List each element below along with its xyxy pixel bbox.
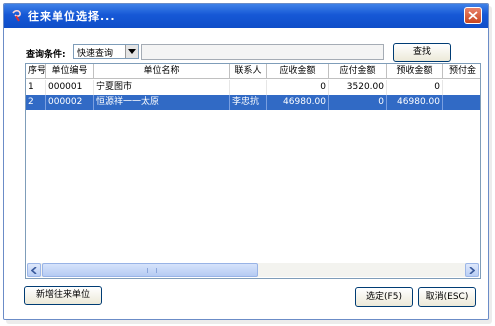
dialog-content: 查询条件: 快速查询 查找 序号 单位编号 单位名称 联系人 应收金额 应付金额… xyxy=(4,28,488,319)
filter-mode-select[interactable]: 快速查询 xyxy=(73,44,139,59)
column-header[interactable]: 序号 xyxy=(26,64,46,79)
table-cell: 2 xyxy=(26,95,46,110)
table-cell xyxy=(230,80,267,95)
search-input[interactable] xyxy=(141,44,384,60)
table-cell: 0 xyxy=(387,80,443,95)
table-cell: 000001 xyxy=(46,80,94,95)
dialog-window: 往来单位选择... 查询条件: 快速查询 查找 序号 单位编号 单位名称 联系人… xyxy=(3,3,489,320)
filter-label: 查询条件: xyxy=(26,50,66,60)
cancel-button[interactable]: 取消(ESC) xyxy=(418,287,476,307)
table-cell: 000002 xyxy=(46,95,94,110)
column-header[interactable]: 预付金 xyxy=(443,64,480,79)
table-row-selected[interactable]: 2 000002 恒源祥一一太原 李忠抗 46980.00 0 46980.00 xyxy=(26,95,480,110)
window-title: 往来单位选择... xyxy=(28,10,116,23)
table-cell: 1 xyxy=(26,80,46,95)
unit-table[interactable]: 序号 单位编号 单位名称 联系人 应收金额 应付金额 预收金额 预付金 1 00… xyxy=(25,63,481,279)
column-header[interactable]: 应付金额 xyxy=(329,64,387,79)
dropdown-arrow-icon xyxy=(128,49,136,54)
table-cell: 宁夏图市 xyxy=(94,80,230,95)
table-cell xyxy=(443,80,480,95)
filter-mode-value: 快速查询 xyxy=(77,49,114,59)
scroll-right-button[interactable] xyxy=(465,263,479,277)
dropdown-button[interactable] xyxy=(125,45,138,58)
scroll-left-icon xyxy=(31,267,37,274)
table-cell: 3520.00 xyxy=(329,80,387,95)
close-button[interactable] xyxy=(464,7,482,24)
app-icon xyxy=(11,9,25,23)
horizontal-scrollbar[interactable] xyxy=(27,263,479,277)
table-cell: 46980.00 xyxy=(387,95,443,110)
table-cell: 恒源祥一一太原 xyxy=(94,95,230,110)
add-unit-button[interactable]: 新增往来单位 xyxy=(24,286,102,305)
scroll-thumb[interactable] xyxy=(42,263,258,277)
table-row[interactable]: 1 000001 宁夏图市 0 3520.00 0 xyxy=(26,80,480,95)
scroll-left-button[interactable] xyxy=(27,263,41,277)
search-button[interactable]: 查找 xyxy=(393,43,451,62)
column-header[interactable]: 应收金额 xyxy=(267,64,329,79)
column-header[interactable]: 预收金额 xyxy=(387,64,443,79)
table-cell xyxy=(443,95,480,110)
title-bar[interactable]: 往来单位选择... xyxy=(4,4,488,28)
table-cell: 0 xyxy=(329,95,387,110)
close-icon xyxy=(468,11,478,20)
column-header[interactable]: 单位名称 xyxy=(94,64,230,79)
column-header[interactable]: 联系人 xyxy=(230,64,267,79)
column-header[interactable]: 单位编号 xyxy=(46,64,94,79)
select-button[interactable]: 选定(F5) xyxy=(355,287,413,307)
table-cell: 46980.00 xyxy=(267,95,329,110)
table-header: 序号 单位编号 单位名称 联系人 应收金额 应付金额 预收金额 预付金 xyxy=(26,64,480,79)
table-cell: 0 xyxy=(267,80,329,95)
scroll-right-icon xyxy=(469,267,475,274)
table-cell: 李忠抗 xyxy=(230,95,267,110)
grip-icon xyxy=(147,268,157,273)
